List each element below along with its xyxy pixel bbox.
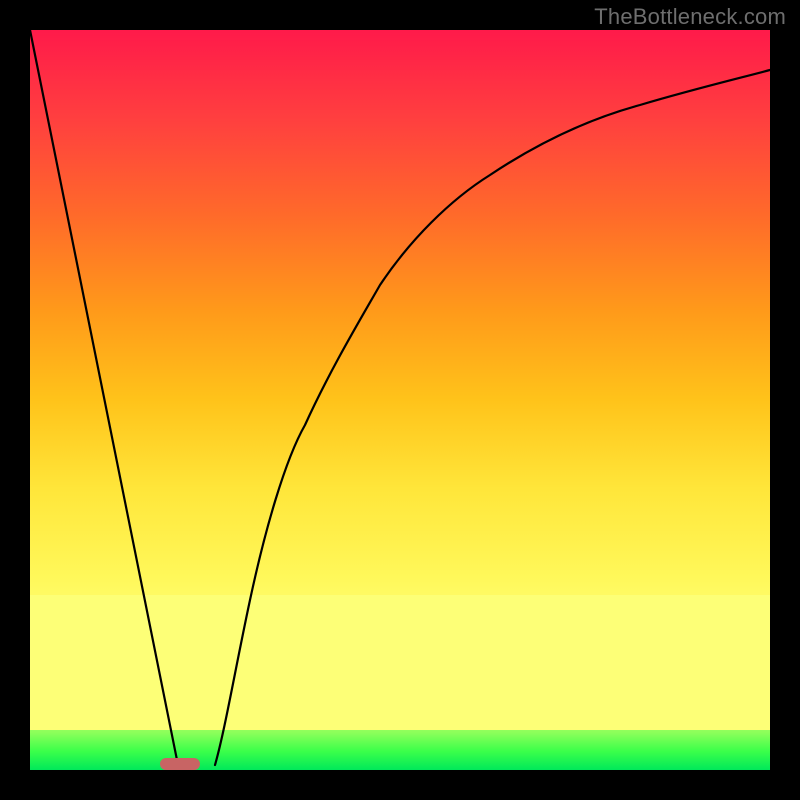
- watermark-text: TheBottleneck.com: [594, 4, 786, 30]
- bottleneck-marker: [160, 758, 200, 770]
- yellow-band-overlay: [30, 595, 770, 730]
- chart-frame: TheBottleneck.com: [0, 0, 800, 800]
